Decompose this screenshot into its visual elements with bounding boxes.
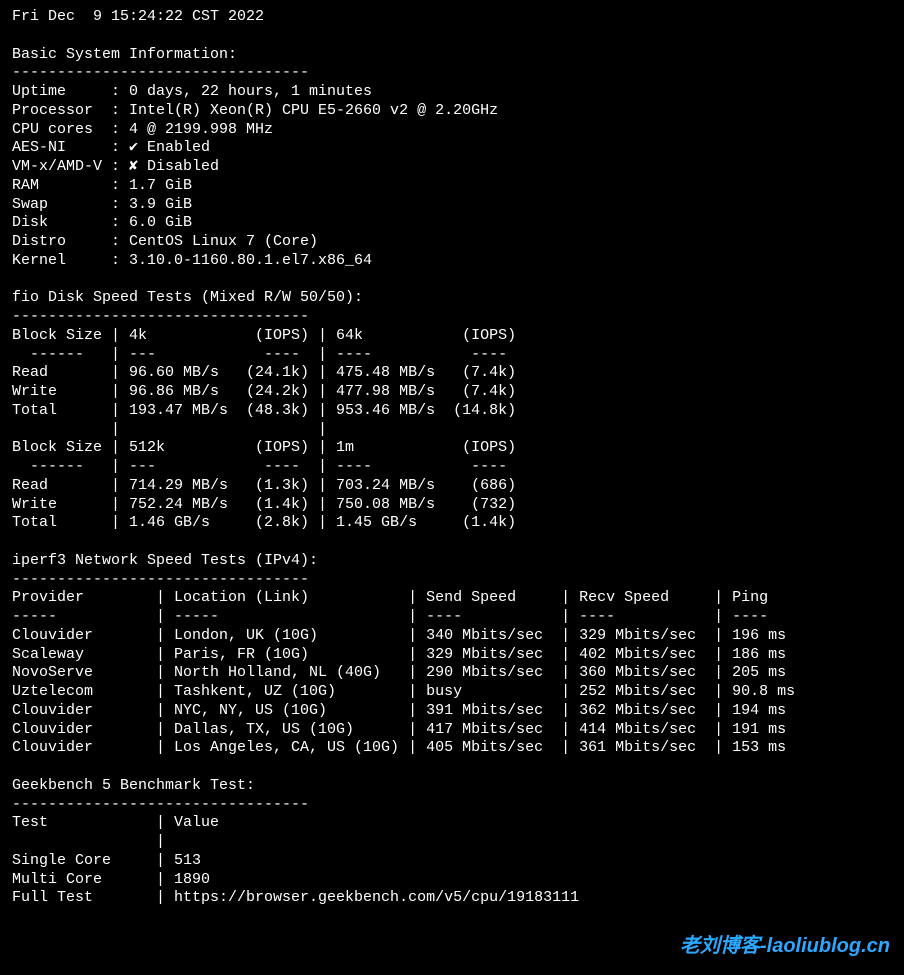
- geekbench-header: Test | Value: [12, 814, 219, 831]
- geekbench-row: Full Test | https://browser.geekbench.co…: [12, 889, 579, 906]
- fio-row: Read | 714.29 MB/s (1.3k) | 703.24 MB/s …: [12, 477, 516, 494]
- iperf-row: Scaleway | Paris, FR (10G) | 329 Mbits/s…: [12, 646, 786, 663]
- fio-title: fio Disk Speed Tests (Mixed R/W 50/50):: [12, 289, 363, 306]
- sysinfo-row: Distro : CentOS Linux 7 (Core): [12, 233, 318, 250]
- sysinfo-row: AES-NI : ✔ Enabled: [12, 139, 210, 156]
- fio-row: Read | 96.60 MB/s (24.1k) | 475.48 MB/s …: [12, 364, 516, 381]
- fio-header: Block Size | 4k (IOPS) | 64k (IOPS): [12, 327, 516, 344]
- sysinfo-row: Swap : 3.9 GiB: [12, 196, 192, 213]
- geekbench-row: Single Core | 513: [12, 852, 201, 869]
- sysinfo-row: RAM : 1.7 GiB: [12, 177, 192, 194]
- geekbench-title: Geekbench 5 Benchmark Test:: [12, 777, 255, 794]
- terminal-output: Fri Dec 9 15:24:22 CST 2022 Basic System…: [0, 0, 904, 916]
- sysinfo-row: Kernel : 3.10.0-1160.80.1.el7.x86_64: [12, 252, 372, 269]
- fio-row: Write | 96.86 MB/s (24.2k) | 477.98 MB/s…: [12, 383, 516, 400]
- sysinfo-row: Processor : Intel(R) Xeon(R) CPU E5-2660…: [12, 102, 498, 119]
- fio-row: Write | 752.24 MB/s (1.4k) | 750.08 MB/s…: [12, 496, 516, 513]
- iperf-row: Clouvider | Dallas, TX, US (10G) | 417 M…: [12, 721, 786, 738]
- sysinfo-row: CPU cores : 4 @ 2199.998 MHz: [12, 121, 273, 138]
- sysinfo-row: Disk : 6.0 GiB: [12, 214, 192, 231]
- iperf-header: Provider | Location (Link) | Send Speed …: [12, 589, 768, 606]
- fio-row: Total | 1.46 GB/s (2.8k) | 1.45 GB/s (1.…: [12, 514, 516, 531]
- fio-row: Total | 193.47 MB/s (48.3k) | 953.46 MB/…: [12, 402, 516, 419]
- fio-header: Block Size | 512k (IOPS) | 1m (IOPS): [12, 439, 516, 456]
- iperf-row: Clouvider | London, UK (10G) | 340 Mbits…: [12, 627, 786, 644]
- iperf-row: Clouvider | NYC, NY, US (10G) | 391 Mbit…: [12, 702, 786, 719]
- iperf-row: Uztelecom | Tashkent, UZ (10G) | busy | …: [12, 683, 795, 700]
- sysinfo-row: VM-x/AMD-V : ✘ Disabled: [12, 158, 219, 175]
- timestamp-line: Fri Dec 9 15:24:22 CST 2022: [12, 8, 264, 25]
- sysinfo-row: Uptime : 0 days, 22 hours, 1 minutes: [12, 83, 372, 100]
- sysinfo-title: Basic System Information:: [12, 46, 237, 63]
- iperf-row: Clouvider | Los Angeles, CA, US (10G) | …: [12, 739, 786, 756]
- iperf-title: iperf3 Network Speed Tests (IPv4):: [12, 552, 318, 569]
- watermark-text: 老刘博客-laoliublog.cn: [680, 934, 890, 959]
- geekbench-row: Multi Core | 1890: [12, 871, 210, 888]
- iperf-row: NovoServe | North Holland, NL (40G) | 29…: [12, 664, 786, 681]
